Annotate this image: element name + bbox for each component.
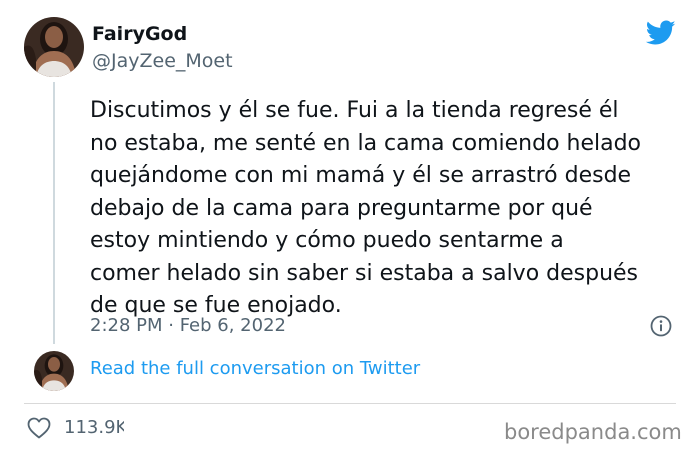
tweet-text: Discutimos y él se fue. Fui a la tienda … (90, 95, 690, 323)
avatar[interactable] (24, 17, 84, 77)
tweet-timestamp[interactable]: 2:28 PM · Feb 6, 2022 (90, 315, 286, 336)
tweet-text-line: no estaba, me senté en la cama comiendo … (90, 130, 642, 156)
embedded-tweet-card: FairyGod @JayZee_Moet Discutimos y él se… (0, 0, 700, 456)
tweet-text-line: Discutimos y él se fue. Fui a la tienda … (90, 98, 619, 123)
twitter-bird-icon[interactable] (645, 20, 676, 46)
watermark: boredpanda.com (504, 420, 682, 444)
read-full-conversation-link[interactable]: Read the full conversation on Twitter (90, 358, 420, 379)
heart-icon[interactable] (27, 417, 51, 439)
tweet-text-line: quejándome con mi mamá y él se arrastró … (90, 163, 632, 188)
tweet-text-line: comer helado sin saber si estaba a salvo… (90, 260, 639, 286)
user-handle[interactable]: @JayZee_Moet (92, 50, 233, 72)
avatar[interactable] (34, 351, 74, 391)
info-icon[interactable] (650, 315, 672, 337)
display-name[interactable]: FairyGod (92, 23, 187, 45)
divider (24, 403, 676, 404)
tweet-text-line: estoy mintiendo y cómo puedo sentarme a (90, 228, 564, 253)
like-count: 113.9K (64, 417, 124, 438)
tweet-text-line: debajo de la cama para preguntarme por q… (90, 195, 593, 221)
thread-connector-line (53, 82, 55, 344)
